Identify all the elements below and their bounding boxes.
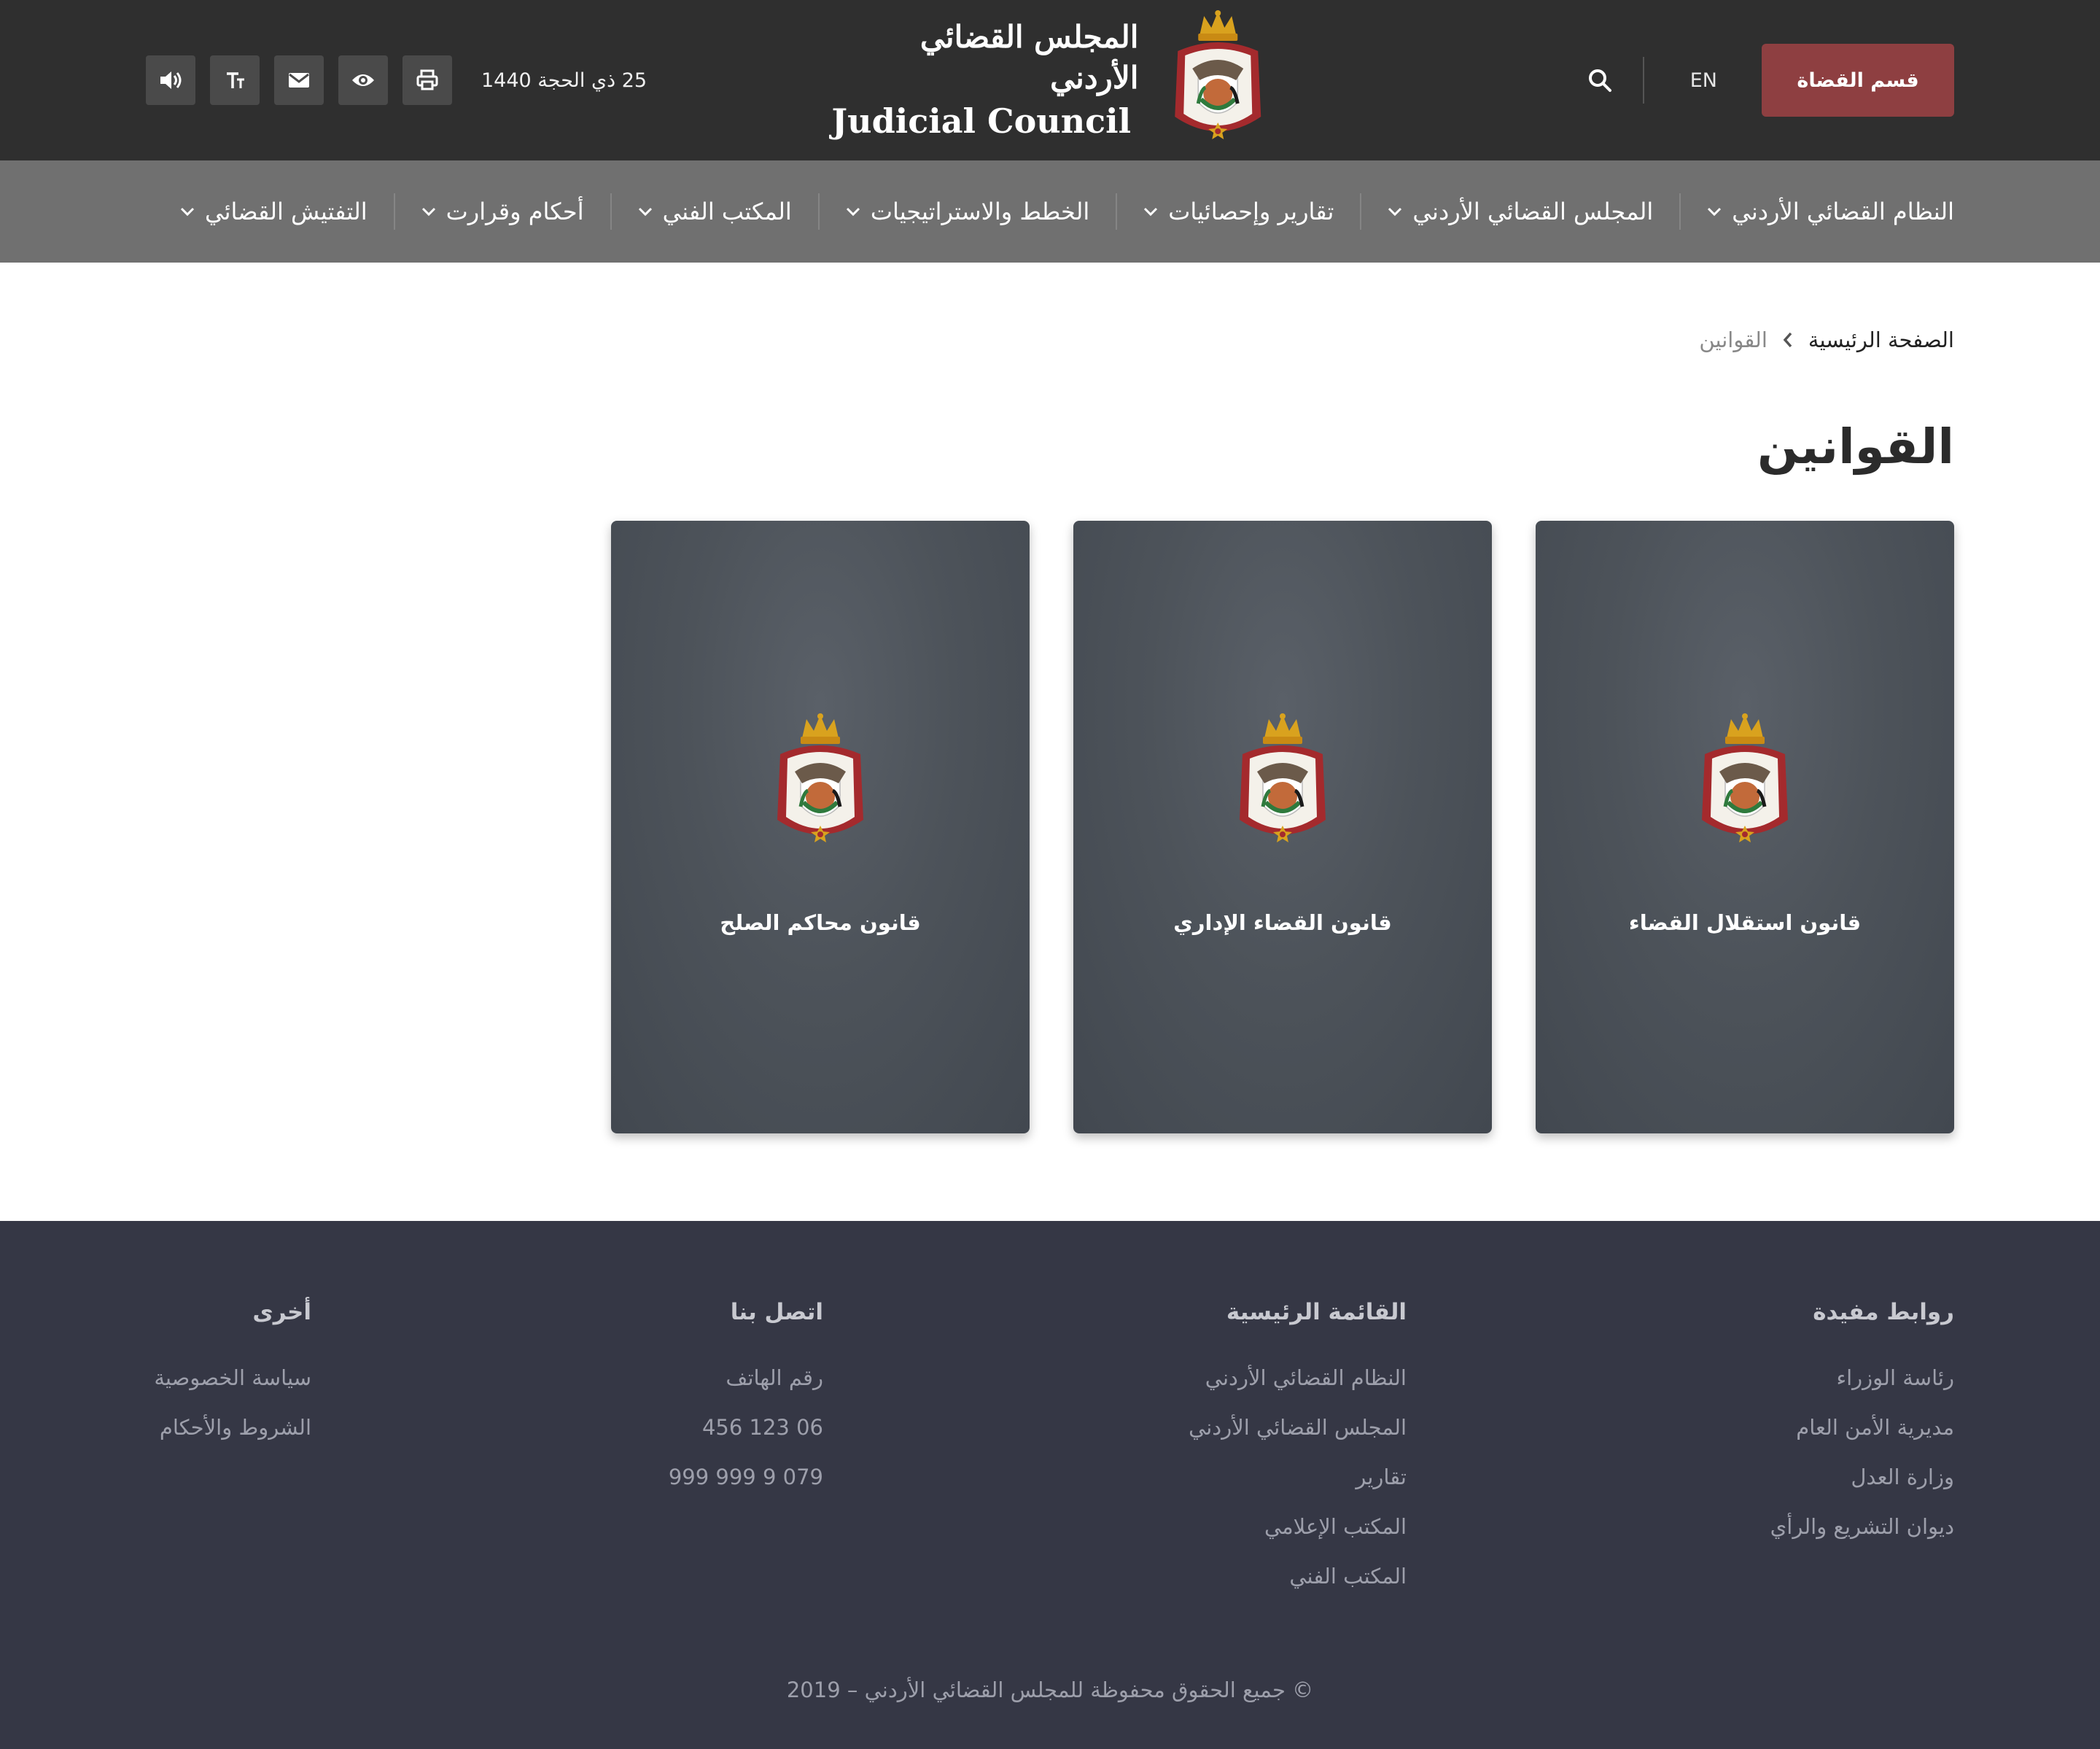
law-card-magistrate-courts[interactable]: قانون محاكم الصلح [611,521,1030,1133]
footer-link[interactable]: الشروط والأحكام [154,1409,311,1459]
nav-item-label: المكتب الفني [662,198,792,225]
chevron-down-icon [846,207,860,217]
font-size-button[interactable] [210,55,260,105]
law-cards: قانون استقلال القضاء قانون القضاء الإدار… [611,521,1954,1133]
jordan-emblem-icon [1690,710,1800,856]
law-card-title: قانون استقلال القضاء [1628,910,1862,935]
footer-link[interactable]: سياسة الخصوصية [154,1360,311,1409]
footer-phone[interactable]: 06 123 456 [669,1409,823,1459]
footer-link[interactable]: ديوان التشريع والرأي [1770,1508,1954,1558]
font-size-icon [227,72,244,88]
law-card-title: قانون محاكم الصلح [720,910,921,935]
nav-item-plans-strategies[interactable]: الخطط والاستراتيجيات [817,193,1116,230]
nav-item-rulings-decisions[interactable]: أحكام وقرارت [393,193,610,230]
copyright: © جميع الحقوق محفوظة للمجلس القضائي الأر… [786,1678,1314,1702]
chevron-left-icon [1783,332,1792,348]
hijri-date: 25 ذي الحجة 1440 [481,69,648,92]
footer-link[interactable]: المكتب الإعلامي [1189,1508,1407,1558]
chevron-down-icon [421,207,435,217]
print-button[interactable] [402,55,452,105]
footer-useful-links: روابط مفيدة رئاسة الوزراء مديرية الأمن ا… [1770,1294,1954,1558]
nav-item-technical-office[interactable]: المكتب الفني [610,193,818,230]
breadcrumb: الصفحة الرئيسية القوانين [1699,321,1954,359]
nav-item-reports-statistics[interactable]: تقارير وإحصائيات [1116,193,1360,230]
nav-item-label: تقارير وإحصائيات [1168,198,1334,225]
footer-heading: القائمة الرئيسية [1226,1299,1407,1325]
footer-link[interactable]: رئاسة الوزراء [1770,1360,1954,1409]
page-title: القوانين [1757,419,1954,475]
nav-item-label: المجلس القضائي الأردني [1412,198,1654,225]
nav-item-judicial-inspection[interactable]: التفتيش القضائي [180,193,394,230]
envelope-icon [289,73,309,88]
read-aloud-button[interactable] [146,55,195,105]
accessibility-tools [146,55,452,105]
footer-contact-label: رقم الهاتف [726,1365,823,1390]
chevron-down-icon [180,207,195,217]
law-card-administrative-judiciary[interactable]: قانون القضاء الإداري [1073,521,1492,1133]
logo-text: المجلس القضائي الأردني Judicial Council [824,17,1138,144]
site-logo[interactable]: المجلس القضائي الأردني Judicial Council [824,7,1276,153]
search-icon [1589,69,1611,92]
nav-item-label: الخطط والاستراتيجيات [870,198,1090,225]
breadcrumb-current: القوانين [1699,327,1768,352]
nav-item-label: النظام القضائي الأردني [1732,198,1954,225]
main-nav-list: النظام القضائي الأردني المجلس القضائي ال… [180,160,1954,263]
main-nav: النظام القضائي الأردني المجلس القضائي ال… [0,160,2100,263]
law-card-judicial-independence[interactable]: قانون استقلال القضاء [1536,521,1954,1133]
chevron-down-icon [1388,207,1402,217]
footer-link[interactable]: النظام القضائي الأردني [1189,1360,1407,1409]
search-button[interactable] [1582,63,1617,98]
chevron-down-icon [1144,207,1158,217]
footer-heading: اتصل بنا [730,1299,823,1325]
nav-item-judicial-system[interactable]: النظام القضائي الأردني [1679,193,1954,230]
nav-item-judicial-council[interactable]: المجلس القضائي الأردني [1360,193,1679,230]
footer-link[interactable]: المكتب الفني [1189,1558,1407,1608]
judges-section-button[interactable]: قسم القضاة [1762,44,1954,117]
chevron-down-icon [638,207,652,217]
footer-link[interactable]: مديرية الأمن العام [1770,1409,1954,1459]
footer-link[interactable]: تقارير [1189,1459,1407,1508]
language-switch-link[interactable]: EN [1690,66,1717,95]
footer-link[interactable]: المجلس القضائي الأردني [1189,1409,1407,1459]
header-divider [1643,57,1644,104]
jordan-emblem-icon [766,710,875,856]
footer-heading: روابط مفيدة [1813,1299,1954,1325]
logo-text-ar: المجلس القضائي الأردني [919,19,1139,96]
footer-other: أخرى سياسة الخصوصية الشروط والأحكام [154,1294,311,1459]
nav-item-label: أحكام وقرارت [446,198,584,225]
top-bar: قسم القضاة EN المجلس القضائي الأردني Jud… [0,0,2100,160]
footer: روابط مفيدة رئاسة الوزراء مديرية الأمن ا… [0,1221,2100,1749]
footer-mobile[interactable]: 079 9 999 999 [669,1459,823,1508]
print-icon [416,69,438,90]
email-button[interactable] [274,55,324,105]
law-card-title: قانون القضاء الإداري [1173,910,1392,935]
speaker-icon [160,71,182,89]
nav-item-label: التفتيش القضائي [204,198,368,225]
breadcrumb-home-link[interactable]: الصفحة الرئيسية [1808,327,1954,352]
jordan-emblem-icon [1228,710,1337,856]
footer-link[interactable]: وزارة العدل [1770,1459,1954,1508]
jordan-emblem-icon [1160,7,1276,153]
footer-heading: أخرى [252,1299,311,1325]
chevron-down-icon [1708,207,1722,217]
footer-contact: اتصل بنا رقم الهاتف 06 123 456 079 9 999… [669,1294,823,1508]
contrast-button[interactable] [338,55,388,105]
footer-main-menu: القائمة الرئيسية النظام القضائي الأردني … [1189,1294,1407,1608]
logo-text-en: Judicial Council [831,101,1132,141]
eye-icon [352,74,374,86]
